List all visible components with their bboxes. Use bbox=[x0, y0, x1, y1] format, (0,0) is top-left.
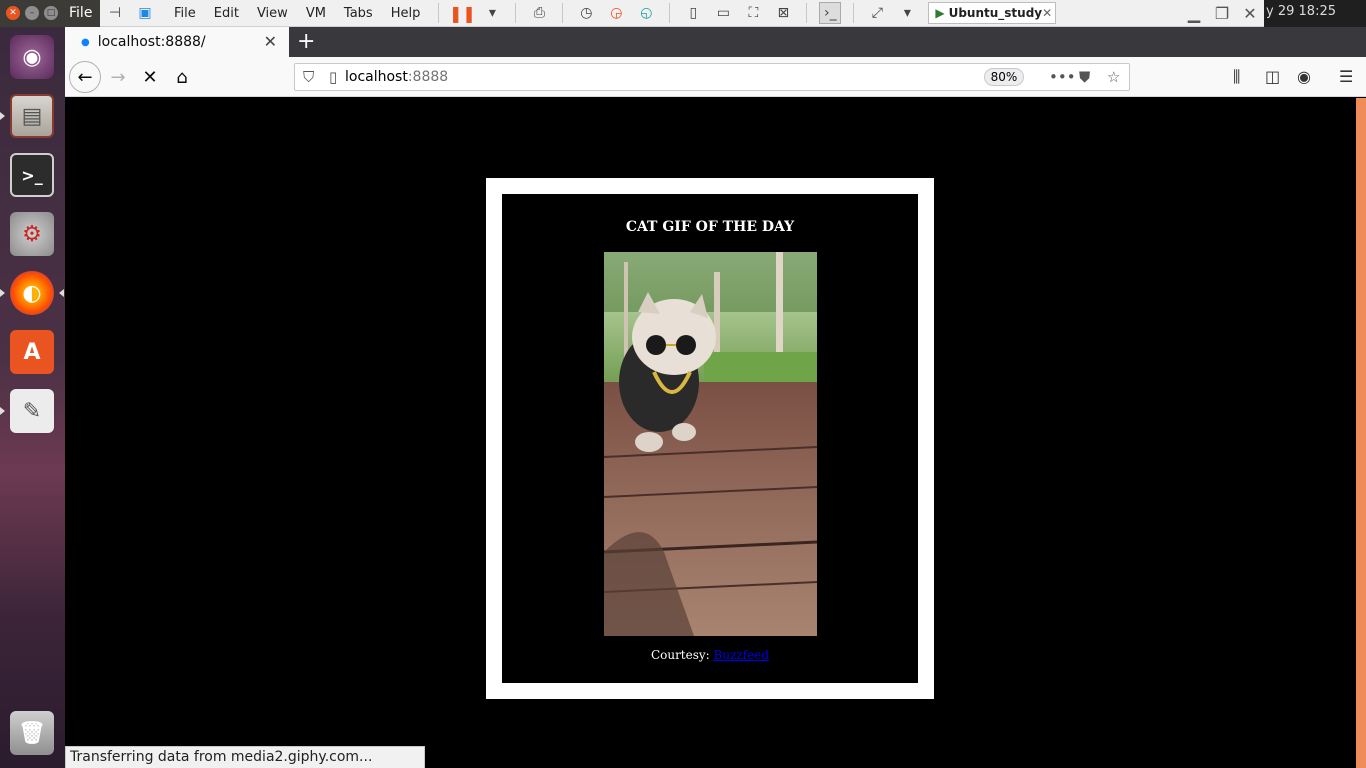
system-top-bar: ✕ – □ File ⊣ ▣ File Edit View VM Tabs He… bbox=[0, 0, 1366, 27]
back-button[interactable]: ← bbox=[69, 61, 101, 93]
divider bbox=[853, 3, 855, 23]
close-icon[interactable]: ✕ bbox=[1236, 4, 1264, 23]
running-indicator bbox=[0, 289, 5, 297]
page-actions-icon[interactable]: ••• bbox=[1049, 68, 1076, 86]
software-center-icon[interactable]: A bbox=[6, 326, 58, 378]
buzzfeed-link[interactable]: Buzzfeed bbox=[714, 648, 770, 662]
menu-help[interactable]: Help bbox=[383, 6, 431, 21]
sidebar-view-icon[interactable]: ▯ bbox=[682, 2, 704, 24]
menu-view[interactable]: View bbox=[249, 6, 298, 21]
close-window-icon[interactable]: ✕ bbox=[6, 6, 20, 20]
url-port: :8888 bbox=[407, 69, 449, 85]
pause-icon[interactable]: ❚❚ bbox=[449, 2, 476, 24]
address-bar[interactable]: ⛉ ▯ localhost:8888 80% ••• ⛊ ☆ bbox=[294, 63, 1130, 91]
vm-tab-label: Ubuntu_study bbox=[948, 6, 1043, 20]
page-title: CAT GIF OF THE DAY bbox=[625, 219, 795, 235]
cat-gif-image bbox=[604, 252, 817, 636]
running-indicator bbox=[0, 112, 5, 120]
system-settings-icon[interactable]: ⚙ bbox=[6, 208, 58, 260]
firefox-navigation-bar: ← → ✕ ⌂ ⛉ ▯ localhost:8888 80% ••• ⛊ ☆ ⫼… bbox=[65, 57, 1366, 97]
minimize-icon[interactable]: ▁ bbox=[1180, 4, 1208, 23]
stretch-icon[interactable]: ⤢ bbox=[866, 2, 888, 24]
vm-menu: File Edit View VM Tabs Help bbox=[166, 6, 430, 21]
menu-tabs[interactable]: Tabs bbox=[336, 6, 383, 21]
page-scrollbar[interactable] bbox=[1356, 98, 1366, 768]
text-editor-icon[interactable]: ✎ bbox=[0, 385, 58, 437]
fullscreen-icon[interactable]: ⛶ bbox=[742, 2, 764, 24]
divider bbox=[806, 3, 808, 23]
snapshot-manager-icon[interactable]: ◵ bbox=[635, 2, 657, 24]
unity-icon[interactable]: ⊠ bbox=[772, 2, 794, 24]
revert-snapshot-icon[interactable]: ◶ bbox=[605, 2, 627, 24]
tracking-shield-icon[interactable]: ⛉ bbox=[303, 68, 314, 86]
page-viewport: CAT GIF OF THE DAY Courtesy: Buzzfeed bbox=[65, 98, 1356, 768]
desktop: ✕ – □ File ⊣ ▣ File Edit View VM Tabs He… bbox=[0, 0, 1366, 768]
send-keys-icon[interactable]: ⎙ bbox=[528, 2, 550, 24]
browser-tab-localhost[interactable]: ● localhost:8888/ ✕ bbox=[65, 27, 289, 57]
library-icon[interactable]: ⫼ bbox=[1233, 67, 1240, 87]
loading-dot-icon: ● bbox=[81, 36, 90, 48]
status-bar: Transferring data from media2.giphy.com.… bbox=[65, 746, 425, 768]
minimize-window-icon[interactable]: – bbox=[25, 6, 39, 20]
restore-icon[interactable]: ❐ bbox=[1208, 4, 1236, 23]
stop-loading-button[interactable]: ✕ bbox=[135, 62, 165, 92]
gif-card: CAT GIF OF THE DAY Courtesy: Buzzfeed bbox=[486, 178, 934, 699]
credit-prefix: Courtesy: bbox=[650, 648, 714, 662]
ubuntu-launcher: ◉ ▤ >_ ⚙ ◐ A ✎ 🗑 bbox=[0, 27, 65, 768]
close-tab-icon[interactable]: ✕ bbox=[264, 32, 277, 51]
dropdown-arrow-icon[interactable]: ▾ bbox=[481, 2, 503, 24]
clock[interactable]: y 29 18:25 bbox=[1266, 4, 1336, 19]
vmware-logo-icon: ▣ bbox=[138, 5, 152, 21]
divider bbox=[669, 3, 671, 23]
page-info-icon[interactable]: ▯ bbox=[329, 68, 337, 86]
pocket-icon[interactable]: ⛊ bbox=[1079, 68, 1090, 86]
bookmark-star-icon[interactable]: ☆ bbox=[1107, 68, 1120, 86]
vm-tab-ubuntu-study[interactable]: ▶ Ubuntu_study ✕ bbox=[928, 2, 1057, 24]
snapshot-icon[interactable]: ◷ bbox=[575, 2, 597, 24]
cat-gif-illustration bbox=[604, 252, 817, 636]
menu-file[interactable]: File bbox=[166, 6, 206, 21]
hamburger-menu-icon[interactable]: ☰ bbox=[1339, 67, 1353, 86]
ubuntu-dash-icon[interactable]: ◉ bbox=[6, 31, 58, 83]
vm-running-icon: ▶ bbox=[935, 6, 945, 20]
firefox-tab-strip: ● localhost:8888/ ✕ + bbox=[65, 27, 1366, 57]
home-button[interactable]: ⌂ bbox=[167, 62, 197, 92]
zoom-indicator[interactable]: 80% bbox=[984, 68, 1024, 86]
new-tab-icon[interactable]: + bbox=[297, 29, 315, 54]
app-menu-file[interactable]: File bbox=[69, 5, 92, 21]
focused-indicator bbox=[59, 289, 64, 297]
divider bbox=[562, 3, 564, 23]
maximize-window-icon[interactable]: □ bbox=[44, 6, 58, 20]
running-indicator bbox=[0, 407, 5, 415]
credit-line: Courtesy: Buzzfeed bbox=[502, 648, 918, 662]
sidebar-icon[interactable]: ◫ bbox=[1265, 67, 1280, 86]
firefox-icon[interactable]: ◐ bbox=[0, 267, 64, 319]
vmware-window-controls: ▁ ❐ ✕ bbox=[1180, 0, 1264, 27]
trash-icon[interactable]: 🗑 bbox=[6, 707, 58, 759]
divider bbox=[515, 3, 517, 23]
tab-title: localhost:8888/ bbox=[97, 34, 206, 50]
thumbnail-view-icon[interactable]: ▭ bbox=[712, 2, 734, 24]
window-controls: ✕ – □ File bbox=[0, 0, 100, 27]
url-host: localhost bbox=[345, 69, 408, 85]
menu-vm[interactable]: VM bbox=[298, 6, 336, 21]
account-icon[interactable]: ◉ bbox=[1297, 67, 1311, 86]
vmware-toolbar: ✕ – □ File ⊣ ▣ File Edit View VM Tabs He… bbox=[0, 0, 1264, 27]
terminal-icon[interactable]: >_ bbox=[6, 149, 58, 201]
files-icon[interactable]: ▤ bbox=[0, 90, 58, 142]
gif-card-inner: CAT GIF OF THE DAY Courtesy: Buzzfeed bbox=[502, 194, 918, 683]
divider bbox=[438, 3, 440, 23]
close-tab-icon[interactable]: ✕ bbox=[1042, 6, 1052, 20]
forward-button[interactable]: → bbox=[103, 62, 133, 92]
pin-icon[interactable]: ⊣ bbox=[104, 2, 126, 24]
stretch-dropdown-icon[interactable]: ▾ bbox=[896, 2, 918, 24]
console-icon[interactable]: ›_ bbox=[819, 2, 842, 24]
menu-edit[interactable]: Edit bbox=[206, 6, 249, 21]
